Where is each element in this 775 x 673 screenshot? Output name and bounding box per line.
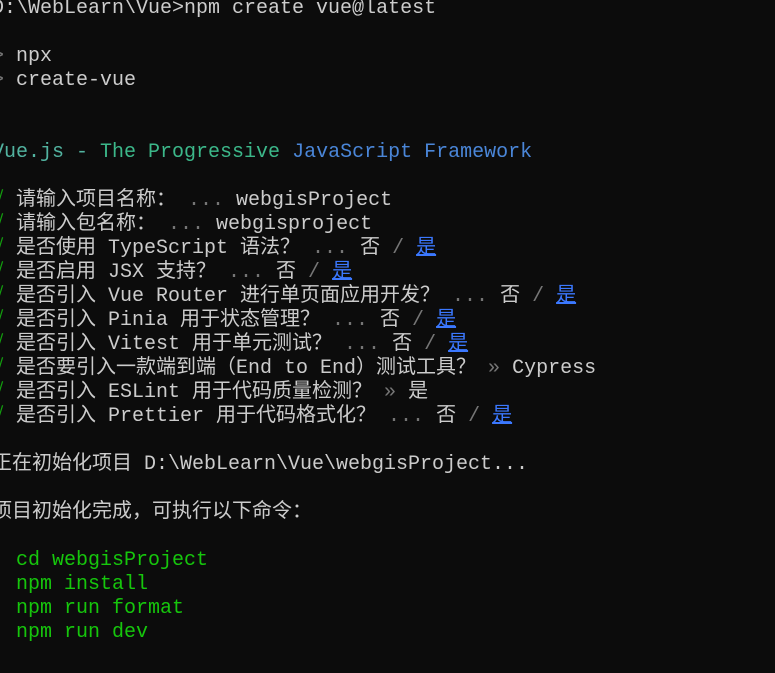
prompt-separator: / xyxy=(400,309,437,332)
prompt-separator: ... xyxy=(388,405,437,428)
command-text: cd webgisProject xyxy=(0,549,209,572)
terminal-line: 正在初始化项目 D:\WebLearn\Vue\webgisProject... xyxy=(0,453,767,477)
selected-option: 是 xyxy=(492,405,513,428)
check-icon: √ xyxy=(0,237,16,260)
terminal-text: 否 xyxy=(436,405,457,428)
terminal-line: √ 是否引入 Vue Router 进行单页面应用开发？ ... 否 / 是 xyxy=(0,285,767,309)
check-icon: √ xyxy=(0,333,16,356)
prompt-separator: / xyxy=(520,285,557,308)
terminal-line: Vue.js - The Progressive JavaScript Fram… xyxy=(0,141,767,165)
terminal-line: √ 请输入包名称： ... webgisproject xyxy=(0,213,767,237)
prompt-separator: ... xyxy=(188,189,237,212)
prompt-separator: ... xyxy=(228,261,277,284)
terminal-text: 否 xyxy=(360,237,381,260)
prompt-separator: / xyxy=(456,405,493,428)
terminal-line: √ 是否要引入一款端到端（End to End）测试工具？ » Cypress xyxy=(0,357,767,381)
prompt-separator: ... xyxy=(332,309,381,332)
selected-option: 是 xyxy=(448,333,469,356)
terminal-text: 否 xyxy=(276,261,297,284)
terminal-line: 项目初始化完成，可执行以下命令： xyxy=(0,501,767,525)
check-icon: √ xyxy=(0,213,16,236)
prompt-separator: ... xyxy=(168,213,217,236)
selected-option: 是 xyxy=(436,309,457,332)
terminal-text: 请输入项目名称： xyxy=(16,189,189,212)
terminal-text: 请输入包名称： xyxy=(16,213,169,236)
prompt-separator: » xyxy=(488,357,513,380)
check-icon: √ xyxy=(0,309,16,332)
terminal-line: > npx xyxy=(0,45,767,69)
terminal-text: 是否启用 JSX 支持？ xyxy=(16,261,229,284)
command-text: npm run dev xyxy=(0,621,149,644)
terminal-text: 否 xyxy=(392,333,413,356)
terminal-line: √ 是否使用 TypeScript 语法？ ... 否 / 是 xyxy=(0,237,767,261)
terminal-text: 是 xyxy=(408,381,429,404)
terminal-output[interactable]: D:\WebLearn\Vue>npm create vue@latest > n… xyxy=(0,0,767,645)
terminal-line: > create-vue xyxy=(0,69,767,93)
terminal-line: √ 是否引入 ESLint 用于代码质量检测？ » 是 xyxy=(0,381,767,405)
banner-text: JavaScript Framework xyxy=(292,141,533,164)
check-icon: √ xyxy=(0,381,16,404)
prompt-separator: ... xyxy=(344,333,393,356)
prompt-separator: / xyxy=(296,261,333,284)
terminal-text: create-vue xyxy=(16,69,137,92)
selected-option: 是 xyxy=(416,237,437,260)
prompt-separator: / xyxy=(412,333,449,356)
terminal-text: 是否引入 Pinia 用于状态管理？ xyxy=(16,309,333,332)
terminal-line: npm run format xyxy=(0,597,767,621)
terminal-line: cd webgisProject xyxy=(0,549,767,573)
terminal-text: 否 xyxy=(500,285,521,308)
terminal-line: D:\WebLearn\Vue>npm create vue@latest xyxy=(0,0,767,21)
terminal-text: 是否引入 ESLint 用于代码质量检测？ xyxy=(16,381,385,404)
terminal-line: √ 是否引入 Pinia 用于状态管理？ ... 否 / 是 xyxy=(0,309,767,333)
prompt-separator: ... xyxy=(312,237,361,260)
terminal-text: D:\WebLearn\Vue>npm create vue@latest xyxy=(0,0,437,20)
terminal-line: √ 是否启用 JSX 支持？ ... 否 / 是 xyxy=(0,261,767,285)
banner-text: Vue.js - xyxy=(0,141,101,164)
terminal-text: webgisProject xyxy=(236,189,393,212)
terminal-text: 项目初始化完成，可执行以下命令： xyxy=(0,501,312,524)
check-icon: √ xyxy=(0,261,16,284)
terminal-text: 是否要引入一款端到端（End to End）测试工具？ xyxy=(16,357,489,380)
prompt-separator: » xyxy=(384,381,409,404)
prompt-separator: > xyxy=(0,45,16,68)
terminal-text: Cypress xyxy=(512,357,597,380)
terminal-text: 是否引入 Prettier 用于代码格式化？ xyxy=(16,405,389,428)
terminal-text: 是否引入 Vue Router 进行单页面应用开发？ xyxy=(16,285,453,308)
selected-option: 是 xyxy=(556,285,577,308)
selected-option: 是 xyxy=(332,261,353,284)
terminal-line: √ 是否引入 Vitest 用于单元测试？ ... 否 / 是 xyxy=(0,333,767,357)
terminal-line: npm install xyxy=(0,573,767,597)
prompt-separator: > xyxy=(0,69,16,92)
command-text: npm install xyxy=(0,573,149,596)
prompt-separator: / xyxy=(380,237,417,260)
terminal-text: 正在初始化项目 D:\WebLearn\Vue\webgisProject... xyxy=(0,453,529,476)
terminal-line: √ 请输入项目名称： ... webgisProject xyxy=(0,189,767,213)
terminal-line: √ 是否引入 Prettier 用于代码格式化？ ... 否 / 是 xyxy=(0,405,767,429)
check-icon: √ xyxy=(0,405,16,428)
terminal-text: 是否引入 Vitest 用于单元测试？ xyxy=(16,333,345,356)
banner-text: The Progressive xyxy=(100,141,293,164)
terminal-text: 是否使用 TypeScript 语法？ xyxy=(16,237,313,260)
prompt-separator: ... xyxy=(452,285,501,308)
check-icon: √ xyxy=(0,357,16,380)
terminal-text: npx xyxy=(16,45,53,68)
terminal-text: webgisproject xyxy=(216,213,373,236)
check-icon: √ xyxy=(0,285,16,308)
check-icon: √ xyxy=(0,189,16,212)
terminal-text: 否 xyxy=(380,309,401,332)
command-text: npm run format xyxy=(0,597,185,620)
terminal-line: npm run dev xyxy=(0,621,767,645)
